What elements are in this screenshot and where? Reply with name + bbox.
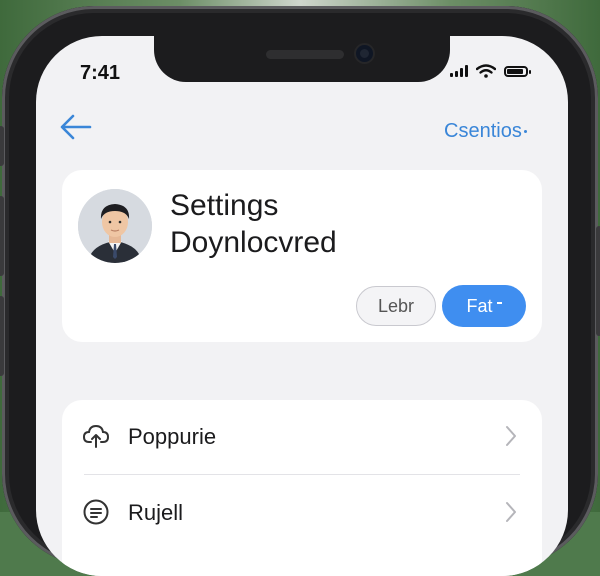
nav-title-text: Csentios [444,120,522,142]
signal-icon [450,65,468,77]
volume-up-button [0,196,4,276]
battery-icon [504,65,531,77]
avatar [78,189,152,263]
status-icons [450,64,531,78]
mute-switch [0,126,4,166]
wifi-icon [476,64,496,78]
speaker-grille [266,50,344,59]
profile-subtitle: Doynlocvred [170,226,337,259]
list-circle-icon [83,499,109,525]
secondary-button-label: Lebr [377,295,415,316]
battery-level [507,68,523,74]
primary-button-label: Fat [466,295,493,316]
profile-card: Settings Doynlocvred Lebr Fat [62,170,542,342]
phone-frame: 7:41 Csentios Settings Doynlocvred Lebr … [0,6,600,576]
avatar-portrait [78,189,152,263]
notch [154,36,450,82]
upload-cloud-icon [82,424,110,448]
back-button[interactable] [58,112,94,142]
chevron-right-icon [506,426,516,446]
divider [84,474,520,475]
list-item-rujell[interactable]: Rujell [62,476,542,548]
nav-title[interactable]: Csentios [444,120,527,143]
primary-button[interactable]: Fat [442,285,526,327]
power-button [596,226,600,336]
settings-list: Poppurie Rujell [62,400,542,576]
volume-down-button [0,296,4,376]
front-camera [356,45,373,62]
secondary-button[interactable]: Lebr [356,286,436,326]
list-item-label: Rujell [128,500,184,525]
phone-screen: 7:41 Csentios Settings Doynlocvred Lebr … [36,36,568,576]
list-item-poppurie[interactable]: Poppurie [62,400,542,475]
profile-title: Settings [170,189,279,222]
nav-title-dot [523,130,527,134]
arrow-left-icon [60,114,92,140]
status-time: 7:41 [80,62,121,84]
list-item-label: Poppurie [128,424,217,449]
primary-button-mark [496,302,502,304]
chevron-right-icon [506,502,516,522]
